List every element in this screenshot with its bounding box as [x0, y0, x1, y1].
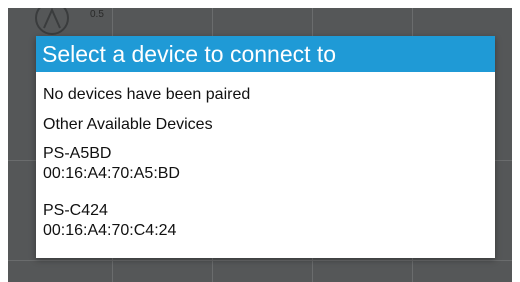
- device-address: 00:16:A4:70:C4:24: [43, 222, 177, 239]
- dialog-title: Select a device to connect to: [36, 36, 495, 72]
- grid-line: [8, 260, 512, 261]
- device-item-ps-c424[interactable]: PS-C424 00:16:A4:70:C4:24: [36, 201, 495, 241]
- available-devices-header: Other Available Devices: [43, 116, 213, 133]
- device-name: PS-A5BD: [43, 145, 112, 162]
- device-item-ps-a5bd[interactable]: PS-A5BD 00:16:A4:70:A5:BD: [36, 144, 495, 184]
- device-picker-dialog: Select a device to connect to No devices…: [36, 36, 495, 258]
- device-name: PS-C424: [43, 202, 108, 219]
- axis-tick-label: 0.5: [90, 9, 104, 20]
- phone-outline-icon: [35, 8, 69, 35]
- device-address: 00:16:A4:70:A5:BD: [43, 165, 180, 182]
- paired-status-text: No devices have been paired: [43, 86, 251, 103]
